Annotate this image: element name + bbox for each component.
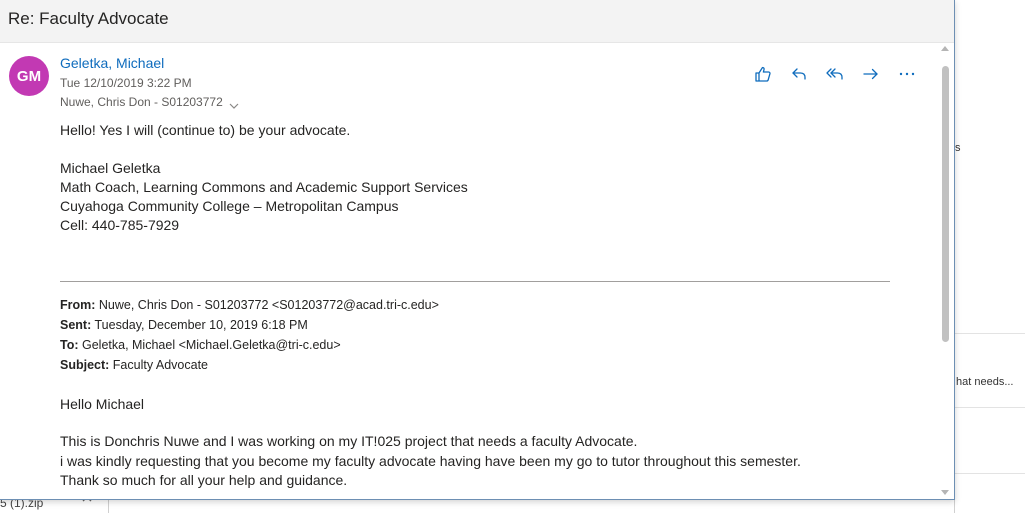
recipient-line[interactable]: Nuwe, Chris Don - S01203772 <box>60 95 239 109</box>
signature-name: Michael Geletka <box>60 160 161 176</box>
quoted-sent: Sent: Tuesday, December 10, 2019 6:18 PM <box>60 318 308 332</box>
signature-campus: Cuyahoga Community College – Metropolita… <box>60 198 399 214</box>
quoted-to: To: Geletka, Michael <Michael.Geletka@tr… <box>60 338 341 352</box>
vertical-scrollbar[interactable] <box>936 43 954 499</box>
body-line: Hello! Yes I will (continue to) be your … <box>60 122 351 138</box>
quoted-line: i was kindly requesting that you become … <box>60 453 801 469</box>
message-actions <box>752 63 932 85</box>
background-text-fragment: s <box>955 142 961 154</box>
quoted-subject: Subject: Faculty Advocate <box>60 358 208 372</box>
quoted-line: This is Donchris Nuwe and I was working … <box>60 433 638 449</box>
quoted-from: From: Nuwe, Chris Don - S01203772 <S0120… <box>60 298 439 312</box>
quote-separator <box>60 281 890 282</box>
more-icon[interactable] <box>896 63 918 85</box>
popup-titlebar: Re: Faculty Advocate <box>0 0 954 43</box>
scroll-down-arrow-icon[interactable] <box>941 490 949 495</box>
reply-icon[interactable] <box>788 63 810 85</box>
recipient-name: Nuwe, Chris Don - S01203772 <box>60 95 223 109</box>
email-popup-window: Re: Faculty Advocate GM Geletka, Michael… <box>0 0 955 500</box>
background-window <box>954 0 1025 513</box>
background-preview-text[interactable]: hat needs... <box>956 376 1014 388</box>
forward-icon[interactable] <box>860 63 882 85</box>
chevron-down-icon[interactable] <box>229 99 239 109</box>
quoted-greeting: Hello Michael <box>60 396 145 412</box>
sender-name[interactable]: Geletka, Michael <box>60 55 164 71</box>
scrollbar-thumb[interactable] <box>942 66 949 342</box>
background-divider <box>955 333 1025 334</box>
scroll-up-arrow-icon[interactable] <box>941 46 949 51</box>
like-icon[interactable] <box>752 63 774 85</box>
message-date: Tue 12/10/2019 3:22 PM <box>60 76 192 90</box>
signature-cell: Cell: 440-785-7929 <box>60 217 180 233</box>
popup-title: Re: Faculty Advocate <box>8 9 169 28</box>
reply-all-icon[interactable] <box>824 63 846 85</box>
background-divider <box>955 473 1025 474</box>
background-divider <box>955 407 1025 408</box>
signature-title: Math Coach, Learning Commons and Academi… <box>60 179 468 195</box>
quoted-line: Thank so much for all your help and guid… <box>60 472 348 488</box>
avatar[interactable]: GM <box>9 56 49 96</box>
